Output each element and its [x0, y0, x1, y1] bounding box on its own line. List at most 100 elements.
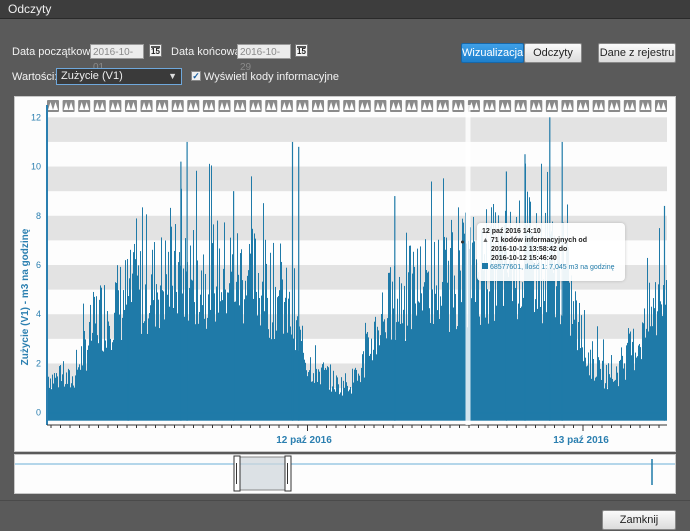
data-bar [258, 272, 259, 421]
show-codes-checkbox[interactable]: ✓ [191, 71, 201, 81]
info-code-icon[interactable] [187, 100, 200, 112]
info-code-icon[interactable] [124, 100, 137, 112]
info-code-icon[interactable] [374, 100, 387, 112]
data-bar [410, 245, 411, 421]
info-code-icon[interactable] [436, 100, 449, 112]
info-code-icon[interactable] [140, 100, 153, 112]
data-bar [171, 226, 172, 421]
navigator-range[interactable] [236, 456, 290, 491]
time-cursor[interactable] [465, 105, 471, 425]
data-bar [441, 305, 442, 421]
data-bar [89, 321, 90, 421]
info-code-icon[interactable] [577, 100, 590, 112]
navigator-panel[interactable] [14, 454, 676, 494]
data-bar [213, 224, 214, 421]
info-code-icon[interactable] [109, 100, 122, 112]
info-code-icon[interactable] [623, 100, 636, 112]
data-bar [139, 289, 140, 421]
info-code-icon[interactable] [312, 100, 325, 112]
data-bar [108, 321, 109, 421]
info-code-icon[interactable] [234, 100, 247, 112]
data-bar [649, 282, 650, 421]
data-bar [125, 260, 126, 421]
data-bar [414, 266, 415, 421]
values-select[interactable]: Zużycie (V1) ▼ [56, 68, 182, 85]
start-date-field[interactable]: 2016-10-01 [90, 44, 144, 73]
info-code-icon[interactable] [296, 100, 309, 112]
info-code-icon[interactable] [93, 100, 106, 112]
end-calendar-icon[interactable]: 15 [295, 44, 308, 57]
data-bar [621, 347, 622, 421]
close-button[interactable]: Zamknij [602, 510, 676, 530]
data-bar [210, 309, 211, 421]
end-date-field[interactable]: 2016-10-29 [237, 44, 291, 73]
data-bar [93, 291, 94, 421]
data-bar [274, 338, 275, 421]
navigator-chart[interactable] [15, 455, 675, 493]
data-bar [358, 373, 359, 421]
info-code-icon[interactable] [78, 100, 91, 112]
data-bar [485, 317, 486, 421]
info-code-icon[interactable] [389, 100, 402, 112]
info-code-icon[interactable] [280, 100, 293, 112]
data-bar [633, 328, 634, 421]
info-code-icon[interactable] [265, 100, 278, 112]
grid-band [47, 166, 667, 192]
info-code-icon[interactable] [156, 100, 169, 112]
info-code-icon[interactable] [47, 100, 59, 112]
data-bar [611, 355, 612, 421]
info-code-icon[interactable] [343, 100, 356, 112]
data-bar [599, 360, 600, 421]
data-bar [625, 379, 626, 421]
data-bar [462, 218, 463, 421]
footer: Zamknij [0, 500, 690, 531]
registry-data-button[interactable]: Dane z rejestru [598, 43, 676, 63]
info-code-icon[interactable] [218, 100, 231, 112]
info-code-icon[interactable] [530, 100, 543, 112]
info-code-icon[interactable] [545, 100, 558, 112]
data-bar [378, 330, 379, 421]
data-bar [615, 379, 616, 421]
info-code-icon[interactable] [608, 100, 621, 112]
tab-odczyty[interactable]: Odczyty [524, 43, 582, 63]
data-bar [146, 214, 147, 421]
start-calendar-icon[interactable]: 15 [149, 44, 162, 57]
info-code-icon[interactable] [421, 100, 434, 112]
data-bar [203, 254, 204, 421]
data-bar [159, 328, 160, 421]
info-code-icon[interactable] [452, 100, 465, 112]
cursor-point [461, 240, 464, 244]
info-code-icon[interactable] [171, 100, 184, 112]
info-code-icon[interactable] [483, 100, 496, 112]
data-bar [204, 318, 205, 421]
info-code-icon[interactable] [514, 100, 527, 112]
info-code-icon[interactable] [405, 100, 418, 112]
data-bar [458, 207, 459, 421]
data-bar [63, 361, 64, 421]
data-bar [49, 387, 50, 421]
tab-wizualizacja[interactable]: Wizualizacja [461, 43, 524, 63]
data-bar [572, 324, 573, 421]
start-date-label: Data początkowa: [12, 46, 100, 58]
info-code-icon[interactable] [655, 100, 667, 112]
info-code-icon[interactable] [592, 100, 605, 112]
data-bar [260, 325, 261, 421]
data-bar [351, 393, 352, 421]
info-code-icon[interactable] [249, 100, 262, 112]
info-code-icon[interactable] [499, 100, 512, 112]
data-bar [653, 298, 654, 421]
data-bar [221, 292, 222, 421]
data-bar [619, 360, 620, 421]
data-bar [367, 331, 368, 421]
info-code-icon[interactable] [202, 100, 215, 112]
info-code-icon[interactable] [561, 100, 574, 112]
info-code-icon[interactable] [639, 100, 652, 112]
data-bar [101, 287, 102, 421]
data-bar [71, 383, 72, 421]
info-code-icon[interactable] [62, 100, 75, 112]
info-code-icon[interactable] [327, 100, 340, 112]
info-code-icon[interactable] [358, 100, 371, 112]
data-bar [353, 382, 354, 421]
data-bar [91, 340, 92, 421]
data-bar [515, 287, 516, 421]
